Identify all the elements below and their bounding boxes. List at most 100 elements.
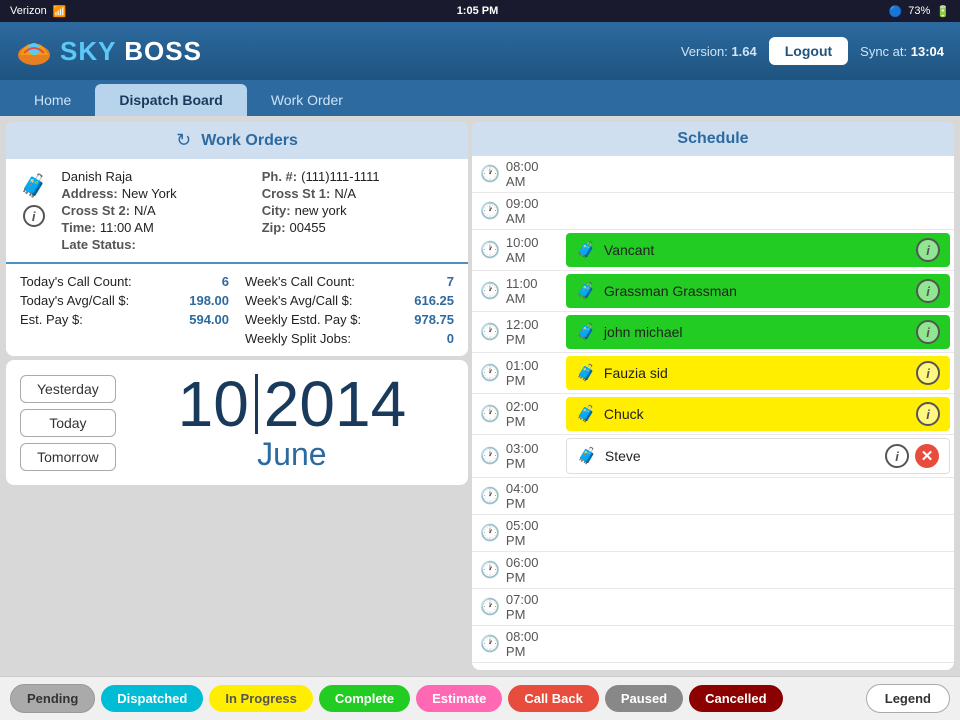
battery-text: 73% [908, 5, 930, 17]
event-name: john michael [604, 324, 683, 340]
clock-icon: 🕐 [480, 164, 500, 184]
sync-label: Sync at: 13:04 [860, 44, 944, 59]
event-briefcase-icon: 🧳 [576, 240, 596, 260]
schedule-row: 🕐11:00 AM🧳Grassman Grassmani [472, 271, 954, 312]
version-label: Version: 1.64 [681, 44, 757, 59]
clock-icon: 🕐 [480, 281, 500, 301]
event-block[interactable]: 🧳 Chuck i [566, 397, 950, 431]
legend-cancelled[interactable]: Cancelled [689, 685, 782, 712]
week-avg-value: 616.25 [414, 293, 454, 308]
crossst2-value: N/A [134, 203, 156, 218]
event-block[interactable]: 🧳Stevei✕ [566, 438, 950, 474]
time-col: 🕐09:00 AM [472, 196, 562, 226]
weekly-est-value: 978.75 [414, 312, 454, 327]
time-col: 🕐02:00 PM [472, 399, 562, 429]
today-avg-row: Today's Avg/Call $: 198.00 [20, 293, 229, 308]
briefcase-icon: 🧳 [20, 173, 47, 199]
event-col: 🧳Fauzia sid i [562, 353, 954, 393]
event-info-button[interactable]: i [885, 444, 909, 468]
schedule-row: 🕐 08:00 PM [472, 626, 954, 663]
event-block[interactable]: 🧳Vancanti [566, 233, 950, 267]
tab-home[interactable]: Home [10, 84, 95, 116]
time-text: 08:00 AM [506, 159, 554, 189]
event-icons: i [916, 238, 940, 262]
event-briefcase-icon: 🧳 [576, 363, 596, 383]
yesterday-button[interactable]: Yesterday [20, 375, 116, 403]
clock-icon: 🕐 [480, 560, 500, 580]
time-text: 03:00 PM [506, 441, 554, 471]
status-time: 1:05 PM [457, 5, 499, 17]
crossst1-label: Cross St 1: [262, 186, 331, 201]
time-text: 05:00 PM [506, 518, 554, 548]
schedule-body: 🕐08:00 AM🕐09:00 AM🕐10:00 AM🧳Vancanti🕐11:… [472, 156, 954, 670]
weekly-split-value: 0 [447, 331, 454, 346]
event-info-button[interactable]: i [916, 279, 940, 303]
schedule-row: 🕐02:00 PM 🧳 Chuck i [472, 394, 954, 435]
time-text: 09:00 AM [506, 196, 554, 226]
tab-dispatch[interactable]: Dispatch Board [95, 84, 246, 116]
legend-complete[interactable]: Complete [319, 685, 410, 712]
logout-button[interactable]: Logout [769, 37, 848, 65]
time-text: 01:00 PM [506, 358, 554, 388]
tomorrow-button[interactable]: Tomorrow [20, 443, 116, 471]
legend-pending[interactable]: Pending [10, 684, 95, 713]
legend-inprogress[interactable]: In Progress [209, 685, 313, 712]
clock-icon: 🕐 [480, 634, 500, 654]
est-pay-value: 594.00 [189, 312, 229, 327]
event-block[interactable]: 🧳john michaeli [566, 315, 950, 349]
phone-label: Ph. #: [262, 169, 297, 184]
est-pay-row: Est. Pay $: 594.00 [20, 312, 229, 327]
app-header: SKY BOSS Version: 1.64 Logout Sync at: 1… [0, 22, 960, 80]
event-block[interactable]: 🧳Fauzia sid i [566, 356, 950, 390]
today-button[interactable]: Today [20, 409, 116, 437]
schedule-row: 🕐09:00 AM [472, 193, 954, 230]
time-text: 04:00 PM [506, 481, 554, 511]
info-icon[interactable]: i [23, 205, 45, 227]
event-info-button[interactable]: i [916, 361, 940, 385]
event-close-button[interactable]: ✕ [915, 444, 939, 468]
event-icons: i [916, 361, 940, 385]
legend-button[interactable]: Legend [866, 684, 950, 713]
event-name: Chuck [604, 406, 644, 422]
zip-value: 00455 [290, 220, 326, 235]
today-call-value: 6 [222, 274, 229, 289]
legend-callback[interactable]: Call Back [508, 685, 599, 712]
schedule-row: 🕐10:00 AM🧳Vancanti [472, 230, 954, 271]
event-name: Steve [605, 448, 641, 464]
time-text: 08:00 PM [506, 629, 554, 659]
clock-icon: 🕐 [480, 240, 500, 260]
est-pay-label: Est. Pay $: [20, 312, 83, 327]
logo: SKY BOSS [16, 33, 202, 69]
event-col: 🧳john michaeli [562, 312, 954, 352]
schedule-row: 🕐 08:00 AM [472, 156, 954, 193]
today-avg-label: Today's Avg/Call $: [20, 293, 129, 308]
address-label: Address: [61, 186, 117, 201]
event-icons: i✕ [885, 444, 939, 468]
refresh-icon[interactable]: ↻ [176, 130, 191, 151]
legend-dispatched[interactable]: Dispatched [101, 685, 203, 712]
event-info-button[interactable]: i [916, 238, 940, 262]
time-text: 12:00 PM [506, 317, 554, 347]
time-col: 🕐01:00 PM [472, 358, 562, 388]
event-col [562, 171, 954, 177]
event-left: 🧳Fauzia sid [576, 363, 668, 383]
legend-bar: PendingDispatchedIn ProgressCompleteEsti… [0, 676, 960, 720]
date-month: June [130, 436, 454, 473]
legend-paused[interactable]: Paused [605, 685, 683, 712]
legend-estimate[interactable]: Estimate [416, 685, 502, 712]
event-briefcase-icon: 🧳 [576, 404, 596, 424]
date-display: 10 2014 June [130, 372, 454, 473]
event-block[interactable]: 🧳Grassman Grassmani [566, 274, 950, 308]
event-info-button[interactable]: i [916, 320, 940, 344]
event-col [562, 604, 954, 610]
event-info-button[interactable]: i [916, 402, 940, 426]
weekly-est-row: Weekly Estd. Pay $: 978.75 [245, 312, 454, 327]
zip-field: Zip: 00455 [262, 220, 454, 235]
clock-icon: 🕐 [480, 446, 500, 466]
header-right: Version: 1.64 Logout Sync at: 13:04 [681, 37, 944, 65]
tab-workorder[interactable]: Work Order [247, 84, 367, 116]
time-field: Time: 11:00 AM [61, 220, 253, 235]
logo-icon [16, 33, 52, 69]
event-col: 🧳Grassman Grassmani [562, 271, 954, 311]
late-status-label: Late Status: [61, 237, 135, 252]
